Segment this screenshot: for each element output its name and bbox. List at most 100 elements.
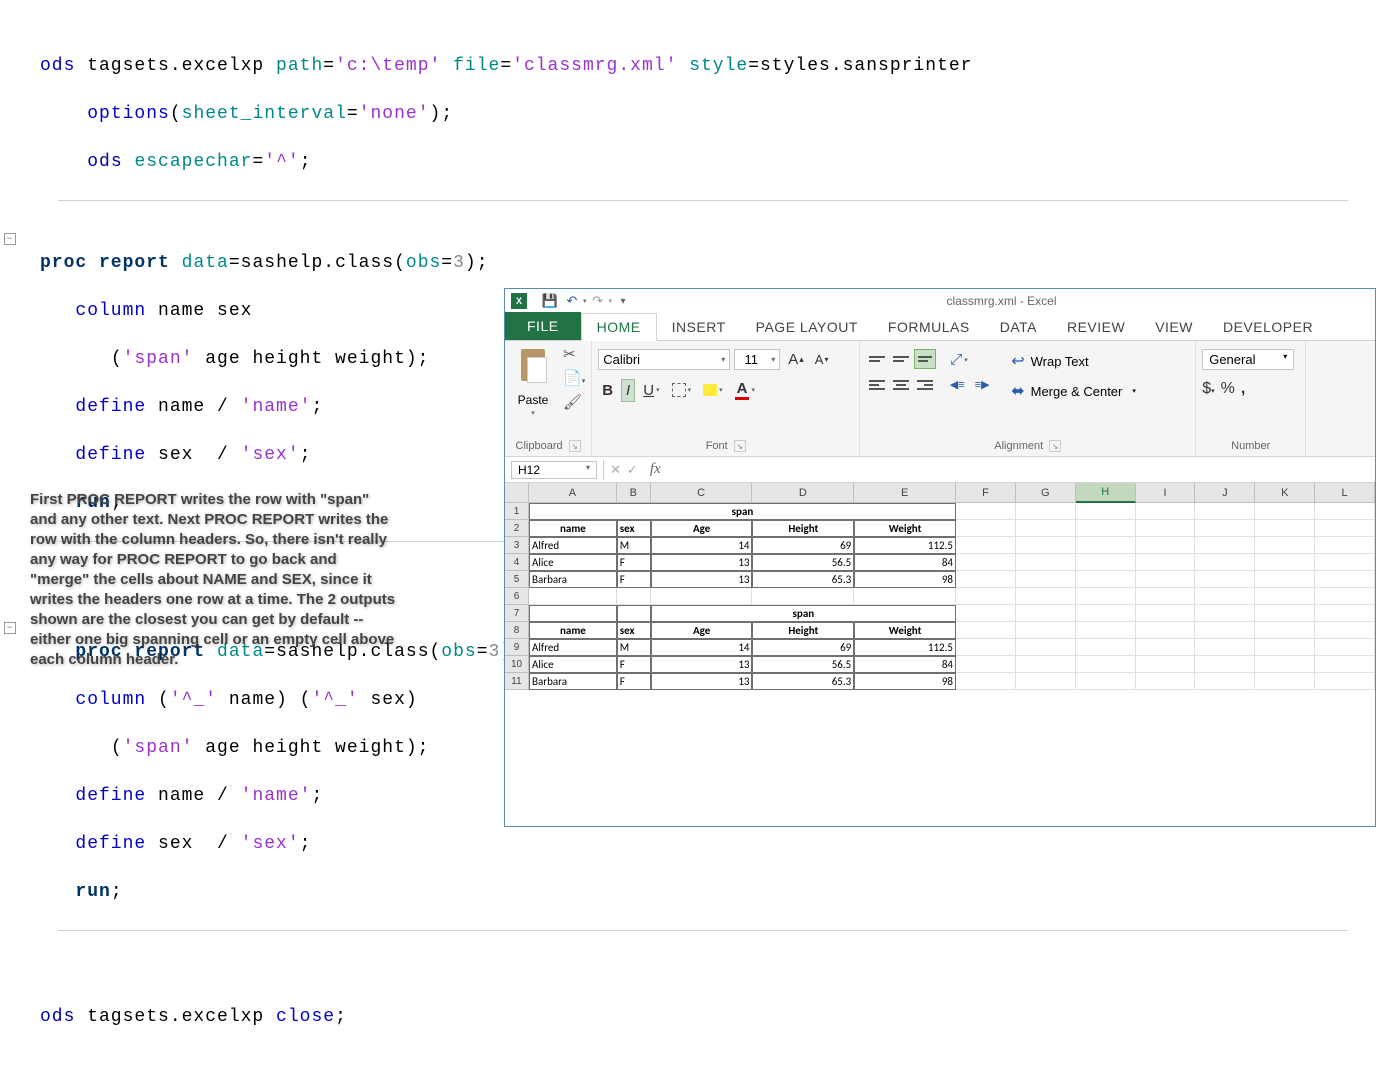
cell[interactable]: F	[617, 673, 651, 690]
cell[interactable]: F	[617, 656, 651, 673]
cell[interactable]: sex	[617, 622, 651, 639]
font-launcher[interactable]: ↘	[734, 440, 746, 452]
align-center-icon[interactable]	[890, 375, 912, 395]
cell[interactable]: 84	[854, 554, 956, 571]
cell[interactable]: Alice	[529, 554, 617, 571]
row-header[interactable]: 1	[505, 503, 529, 520]
save-icon[interactable]: 💾	[539, 290, 561, 312]
tab-review[interactable]: REVIEW	[1052, 314, 1140, 340]
cell[interactable]: Height	[752, 520, 854, 537]
col-header[interactable]: F	[956, 483, 1016, 503]
cell[interactable]: 14	[651, 537, 753, 554]
redo-icon[interactable]: ↷	[587, 290, 609, 312]
align-top-icon[interactable]	[866, 349, 888, 369]
grow-font-icon[interactable]: A▴	[784, 349, 807, 370]
cell[interactable]: Age	[651, 622, 753, 639]
cell[interactable]: 84	[854, 656, 956, 673]
cell[interactable]: 56.5	[752, 656, 854, 673]
font-size-combo[interactable]: 11▾	[734, 349, 780, 370]
row-header[interactable]: 7	[505, 605, 529, 622]
cancel-formula-icon[interactable]: ✕	[610, 462, 621, 478]
undo-icon[interactable]: ↶	[561, 290, 583, 312]
cell[interactable]: Alice	[529, 656, 617, 673]
align-left-icon[interactable]	[866, 375, 888, 395]
col-header[interactable]: K	[1255, 483, 1315, 503]
clipboard-launcher[interactable]: ↘	[569, 440, 581, 452]
fx-icon[interactable]: fx	[644, 461, 661, 478]
shrink-font-icon[interactable]: A▾	[811, 350, 832, 369]
tab-home[interactable]: HOME	[581, 313, 657, 341]
wrap-text-button[interactable]: ↩Wrap Text	[1005, 349, 1142, 373]
col-header[interactable]: B	[617, 483, 651, 503]
tab-data[interactable]: DATA	[985, 314, 1052, 340]
col-header[interactable]: D	[752, 483, 854, 503]
tab-formulas[interactable]: FORMULAS	[873, 314, 985, 340]
col-header[interactable]: C	[651, 483, 753, 503]
cell[interactable]: Alfred	[529, 639, 617, 656]
italic-button[interactable]: I	[621, 379, 635, 402]
cell[interactable]: name	[529, 622, 617, 639]
row-header[interactable]: 11	[505, 673, 529, 690]
col-header[interactable]: L	[1315, 483, 1375, 503]
qat-customize-icon[interactable]: ▾	[612, 290, 634, 312]
currency-icon[interactable]: $▾	[1202, 380, 1214, 398]
cell[interactable]: 13	[651, 571, 753, 588]
cell[interactable]: 112.5	[854, 537, 956, 554]
decrease-indent-icon[interactable]: ◀≡	[946, 374, 968, 394]
row-header[interactable]: 3	[505, 537, 529, 554]
number-format-combo[interactable]: General▾	[1202, 349, 1294, 370]
cell[interactable]: Weight	[854, 520, 956, 537]
name-box[interactable]: H12▾	[511, 461, 597, 479]
cell[interactable]: sex	[617, 520, 651, 537]
col-header[interactable]: H	[1076, 483, 1136, 503]
fill-color-button[interactable]: ▾	[699, 382, 727, 398]
cell[interactable]: M	[617, 639, 651, 656]
align-bottom-icon[interactable]	[914, 349, 936, 369]
cell[interactable]: Age	[651, 520, 753, 537]
tab-insert[interactable]: INSERT	[657, 314, 741, 340]
align-right-icon[interactable]	[914, 375, 936, 395]
cell[interactable]: 69	[752, 537, 854, 554]
border-button[interactable]: ▾	[668, 381, 696, 399]
underline-button[interactable]: U▾	[639, 380, 663, 401]
fold-toggle[interactable]: −	[4, 622, 16, 634]
font-name-combo[interactable]: Calibri▾	[598, 349, 730, 370]
cut-icon[interactable]: ✂	[563, 345, 585, 363]
increase-indent-icon[interactable]: ≡▶	[971, 374, 993, 394]
fold-toggle[interactable]: −	[4, 233, 16, 245]
cell[interactable]: 14	[651, 639, 753, 656]
row-header[interactable]: 8	[505, 622, 529, 639]
cell[interactable]: Alfred	[529, 537, 617, 554]
cell[interactable]: 56.5	[752, 554, 854, 571]
formula-input[interactable]	[661, 460, 1375, 479]
cell[interactable]: F	[617, 554, 651, 571]
cell[interactable]: F	[617, 571, 651, 588]
col-header[interactable]: G	[1016, 483, 1076, 503]
orientation-icon[interactable]: ⤢▾	[946, 349, 993, 370]
cell[interactable]: Height	[752, 622, 854, 639]
cell[interactable]: name	[529, 520, 617, 537]
tab-view[interactable]: VIEW	[1140, 314, 1208, 340]
row-header[interactable]: 6	[505, 588, 529, 605]
cell[interactable]: Barbara	[529, 673, 617, 690]
cell[interactable]: 13	[651, 656, 753, 673]
cell[interactable]: 98	[854, 673, 956, 690]
cell[interactable]: 65.3	[752, 571, 854, 588]
cell[interactable]: 69	[752, 639, 854, 656]
tab-developer[interactable]: DEVELOPER	[1208, 314, 1328, 340]
cell[interactable]: Weight	[854, 622, 956, 639]
cell[interactable]: Barbara	[529, 571, 617, 588]
row-header[interactable]: 5	[505, 571, 529, 588]
merge-center-button[interactable]: ⬌Merge & Center▾	[1005, 379, 1142, 403]
row-header[interactable]: 9	[505, 639, 529, 656]
format-painter-icon[interactable]: 🖌	[563, 393, 585, 411]
paste-button[interactable]: Paste ▾	[511, 345, 555, 419]
cell[interactable]: span	[651, 605, 956, 622]
percent-icon[interactable]: %	[1221, 380, 1235, 398]
cell[interactable]: 98	[854, 571, 956, 588]
bold-button[interactable]: B	[598, 380, 617, 401]
cell[interactable]: span	[529, 503, 956, 520]
comma-icon[interactable]: ,	[1241, 380, 1245, 398]
row-header[interactable]: 10	[505, 656, 529, 673]
alignment-launcher[interactable]: ↘	[1049, 440, 1061, 452]
